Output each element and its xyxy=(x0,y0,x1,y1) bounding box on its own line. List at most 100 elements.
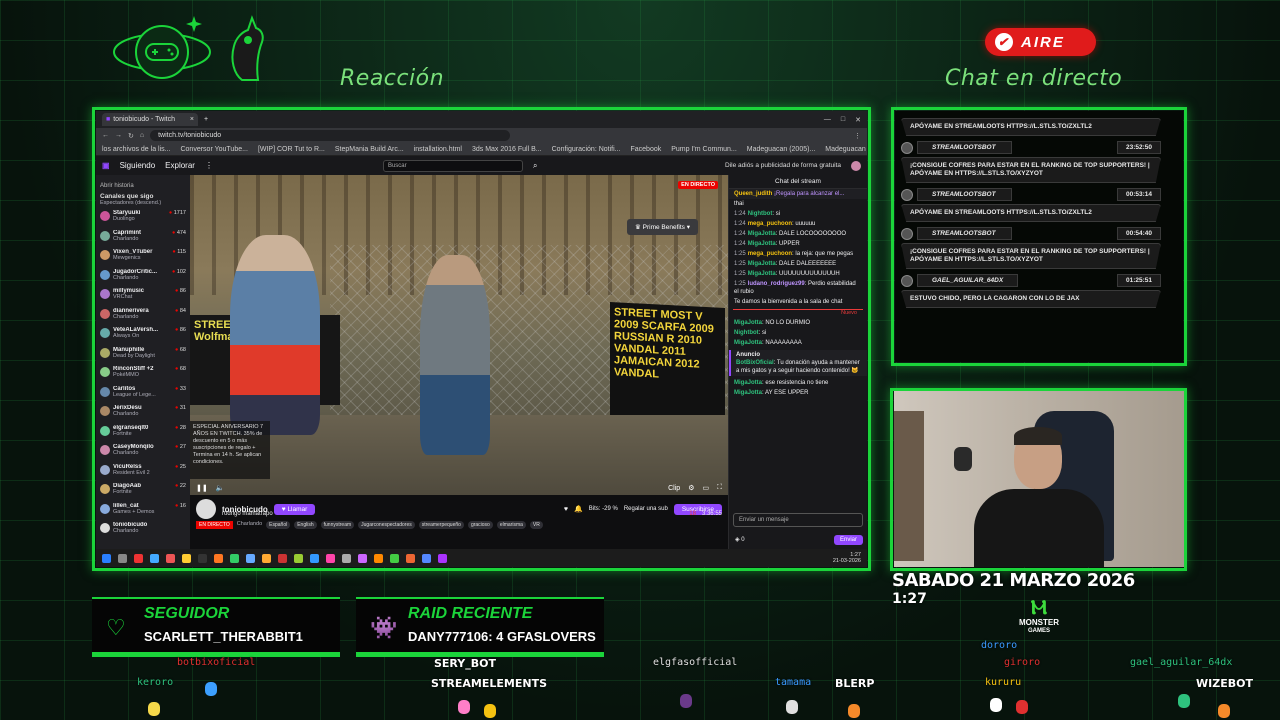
twitch-logo-icon[interactable]: ▣ xyxy=(102,161,110,170)
bookmark-item[interactable]: StepMania Build Arc... xyxy=(335,146,404,153)
chat-user[interactable]: mega_puchoon xyxy=(748,221,792,227)
chat-user[interactable]: MigaJotta xyxy=(748,241,776,247)
pause-icon[interactable]: ❚❚ xyxy=(196,484,208,492)
sidebar-channel[interactable]: dianneriveraCharlando84 xyxy=(100,308,186,328)
stream-category[interactable]: Charlando xyxy=(237,521,262,529)
search-icon[interactable]: ⌕ xyxy=(533,161,537,171)
bookmark-item[interactable]: Madeguacan (2005)... xyxy=(825,146,867,153)
chat-user[interactable]: MigaJotta xyxy=(734,320,762,326)
back-icon[interactable]: ← xyxy=(102,132,109,139)
sidebar-sort[interactable]: Espectadores (descend.) xyxy=(100,200,186,206)
taskbar-app-icon[interactable] xyxy=(326,553,335,563)
windows-start-icon[interactable] xyxy=(102,553,111,563)
taskbar-app-icon[interactable] xyxy=(342,553,351,563)
fullscreen-icon[interactable]: ⛶ xyxy=(717,484,722,492)
bookmark-item[interactable]: [WIP] COR Tut to R... xyxy=(258,146,325,153)
taskbar-app-icon[interactable] xyxy=(390,553,399,563)
taskbar-app-icon[interactable] xyxy=(294,553,303,563)
taskbar-app-icon[interactable] xyxy=(166,553,175,563)
maximize-icon[interactable]: □ xyxy=(841,116,845,124)
stream-tag[interactable]: funnystream xyxy=(320,521,355,529)
stream-tag[interactable]: elmarisma xyxy=(496,521,526,529)
close-window-icon[interactable]: ✕ xyxy=(855,116,861,124)
sidebar-history[interactable]: Abrir historia xyxy=(100,183,186,189)
tab-close-icon[interactable]: × xyxy=(190,116,194,123)
browser-tab[interactable]: ■ toniobicudo - Twitch × xyxy=(102,113,198,126)
sidebar-channel[interactable]: StaryuukiDuolingo1717 xyxy=(100,210,186,230)
gift-sub-button[interactable]: Regalar una sub xyxy=(624,506,668,512)
heart-icon[interactable]: ♥ xyxy=(564,506,568,513)
sidebar-channel[interactable]: JugadorCritic...Charlando102 xyxy=(100,269,186,289)
bookmark-item[interactable]: installation.html xyxy=(414,146,462,153)
sidebar-channel[interactable]: VicuRelssResident Evil 225 xyxy=(100,464,186,484)
sidebar-channel[interactable]: CaseyMonqiloCharlando27 xyxy=(100,444,186,464)
bookmark-item[interactable]: 3ds Max 2016 Full B... xyxy=(472,146,542,153)
sidebar-channel[interactable]: elgranseqlt0Fortnite28 xyxy=(100,425,186,445)
taskbar-app-icon[interactable] xyxy=(134,553,143,563)
bits-button[interactable]: Bits: -29 % xyxy=(589,506,618,512)
chat-user[interactable]: MigaJotta xyxy=(734,340,762,346)
chat-user[interactable]: MigaJotta xyxy=(734,390,762,396)
taskbar-app-icon[interactable] xyxy=(246,553,255,563)
video-player[interactable]: STREET WOLVERINE Wolfman STREET MOST V 2… xyxy=(190,175,728,495)
taskbar-app-icon[interactable] xyxy=(438,553,447,563)
chat-user[interactable]: Nightbot xyxy=(734,330,759,336)
chat-user[interactable]: ludano_rodriguez99 xyxy=(748,281,805,287)
taskbar-app-icon[interactable] xyxy=(422,553,431,563)
sidebar-channel[interactable]: millymusicVRChat86 xyxy=(100,288,186,308)
stream-tag[interactable]: Jugarconespectadores xyxy=(358,521,415,529)
theatre-icon[interactable]: ▭ xyxy=(702,484,709,492)
taskbar-app-icon[interactable] xyxy=(118,553,127,563)
bell-icon[interactable]: 🔔 xyxy=(574,505,583,513)
chat-user[interactable]: MigaJotta xyxy=(748,261,776,267)
adfree-link[interactable]: Dile adiós a publicidad de forma gratuit… xyxy=(725,162,841,169)
sidebar-channel[interactable]: ManuphilleDead by Daylight68 xyxy=(100,347,186,367)
follow-button[interactable]: ♥ Llamar xyxy=(273,503,316,515)
sidebar-channel[interactable]: DiagoAabFortnite22 xyxy=(100,483,186,503)
sidebar-channel[interactable]: VeteALaVersh...Always On86 xyxy=(100,327,186,347)
chat-input[interactable]: Enviar un mensaje xyxy=(733,513,863,527)
bookmark-item[interactable]: Pump I'm Commun... xyxy=(671,146,737,153)
chat-user[interactable]: MigaJotta xyxy=(748,271,776,277)
taskbar-app-icon[interactable] xyxy=(310,553,319,563)
settings-icon[interactable]: ⚙ xyxy=(688,484,694,492)
chat-user[interactable]: MigaJotta xyxy=(748,231,776,237)
stream-tag[interactable]: streamerpequeño xyxy=(418,521,464,529)
channel-points[interactable]: ◈ 0 xyxy=(735,536,745,543)
anniversary-promo[interactable]: ESPECIAL ANIVERSARIO 7 AÑOS EN TWITCH. 3… xyxy=(190,421,270,479)
chat-user[interactable]: mega_puchoon xyxy=(748,251,792,257)
stream-tag[interactable]: gracioso xyxy=(467,521,493,529)
more-icon[interactable]: ⋮ xyxy=(205,161,213,170)
bookmark-item[interactable]: los archivos de la lis... xyxy=(102,146,170,153)
bookmark-item[interactable]: Configuración: Notifi... xyxy=(552,146,621,153)
taskbar-app-icon[interactable] xyxy=(262,553,271,563)
taskbar-app-icon[interactable] xyxy=(150,553,159,563)
volume-icon[interactable]: 🔈 xyxy=(216,484,225,492)
taskbar-app-icon[interactable] xyxy=(182,553,191,563)
taskbar-app-icon[interactable] xyxy=(278,553,287,563)
nav-browse[interactable]: Explorar xyxy=(165,161,195,170)
sidebar-channel[interactable]: Vixen_VTuberMewgenics115 xyxy=(100,249,186,269)
avatar[interactable] xyxy=(851,160,861,171)
sidebar-channel[interactable]: CaprimintCharlando474 xyxy=(100,230,186,250)
chat-user[interactable]: MigaJotta xyxy=(734,380,762,386)
bookmark-item[interactable]: Conversor YouTube... xyxy=(180,146,247,153)
bookmark-item[interactable]: Madeguacan (2005)... xyxy=(747,146,816,153)
channel-avatar[interactable] xyxy=(196,499,216,519)
extensions-icon[interactable]: ⋮ xyxy=(854,132,861,140)
prime-benefits-button[interactable]: ♛ Prime Benefits ▾ xyxy=(627,219,698,235)
new-tab-icon[interactable]: + xyxy=(204,116,208,123)
forward-icon[interactable]: → xyxy=(115,132,122,139)
chat-user[interactable]: Nightbot xyxy=(748,211,773,217)
sidebar-channel[interactable]: JerixDesuCharlando31 xyxy=(100,405,186,425)
url-field[interactable]: twitch.tv/toniobicudo xyxy=(150,130,511,141)
sidebar-channel[interactable]: lillen_catGames + Demos16 xyxy=(100,503,186,523)
chat-send-button[interactable]: Enviar xyxy=(833,535,863,545)
taskbar-app-icon[interactable] xyxy=(214,553,223,563)
clip-button[interactable]: Clip xyxy=(668,485,680,492)
taskbar-app-icon[interactable] xyxy=(374,553,383,563)
taskbar-app-icon[interactable] xyxy=(230,553,239,563)
search-input[interactable]: Buscar xyxy=(382,159,523,172)
sidebar-channel[interactable]: toniobicudo Charlando xyxy=(100,522,186,542)
taskbar-app-icon[interactable] xyxy=(358,553,367,563)
